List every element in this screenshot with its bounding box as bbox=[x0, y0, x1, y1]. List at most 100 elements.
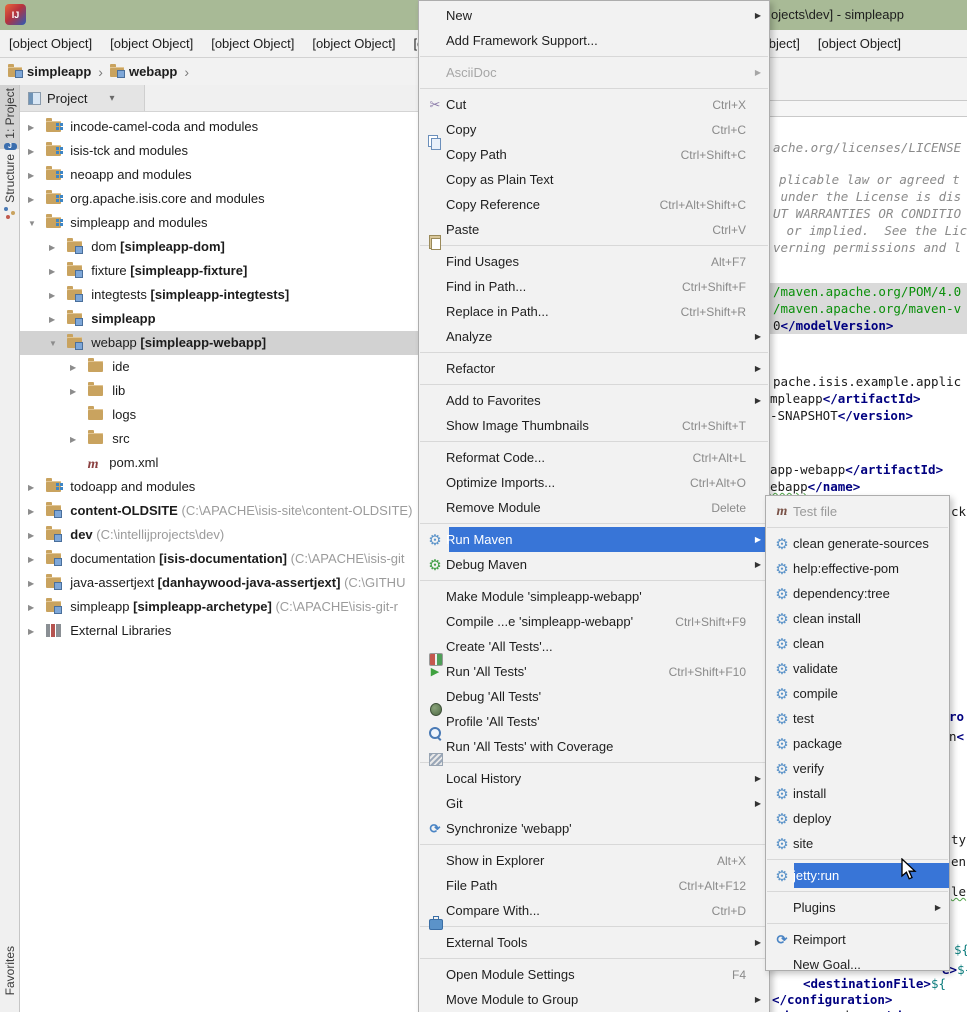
context-menu-item[interactable]: Create 'All Tests'... bbox=[419, 634, 769, 659]
context-menu-item[interactable]: Move Module to Group ▶ bbox=[419, 987, 769, 1012]
context-menu-item[interactable] bbox=[420, 88, 768, 89]
submenu-item[interactable]: ⚙ help:effective-pom bbox=[766, 556, 949, 581]
tree-row[interactable]: logs bbox=[20, 403, 418, 427]
expand-arrow-icon[interactable]: ▶ bbox=[28, 500, 42, 523]
menu-bar-item[interactable]: [object Object] bbox=[202, 30, 303, 57]
context-menu-item[interactable]: Replace in Path... Ctrl+Shift+R bbox=[419, 299, 769, 324]
project-view-selector[interactable]: Project ▾ bbox=[20, 85, 145, 111]
submenu-item[interactable] bbox=[767, 859, 948, 860]
submenu-item[interactable]: ⚙ clean install bbox=[766, 606, 949, 631]
tree-row[interactable]: ▶ dev (C:\intellijprojects\dev) bbox=[20, 523, 418, 547]
context-menu-item[interactable]: Open Module Settings F4 bbox=[419, 962, 769, 987]
tool-button-favorites[interactable]: Favorites bbox=[0, 946, 20, 1012]
tree-row[interactable]: ▶ documentation [isis-documentation] (C:… bbox=[20, 547, 418, 571]
context-menu-item[interactable]: ⚙ Debug Maven ▶ bbox=[419, 552, 769, 577]
expand-arrow-icon[interactable]: ▶ bbox=[70, 356, 84, 379]
context-menu-item[interactable]: AsciiDoc ▶ bbox=[419, 60, 769, 85]
context-menu-item[interactable]: ⚙ Run Maven ▶ bbox=[419, 527, 769, 552]
tree-row[interactable]: ▶ java-assertjext [danhaywood-java-asser… bbox=[20, 571, 418, 595]
submenu-item[interactable]: ⚙ install bbox=[766, 781, 949, 806]
breadcrumb-item[interactable]: webapp › bbox=[110, 64, 196, 80]
submenu-item[interactable] bbox=[767, 923, 948, 924]
expand-arrow-icon[interactable]: ▶ bbox=[28, 596, 42, 619]
tree-row[interactable]: ▶ isis-tck and modules bbox=[20, 139, 418, 163]
context-menu-item[interactable] bbox=[420, 523, 768, 524]
context-menu-item[interactable]: Refactor ▶ bbox=[419, 356, 769, 381]
context-menu-item[interactable] bbox=[420, 580, 768, 581]
tree-row[interactable]: ▶ dom [simpleapp-dom] bbox=[20, 235, 418, 259]
context-menu-item[interactable]: Show Image Thumbnails Ctrl+Shift+T bbox=[419, 413, 769, 438]
context-menu-item[interactable]: Copy Path Ctrl+Shift+C bbox=[419, 142, 769, 167]
menu-bar-item[interactable]: [object Object] bbox=[809, 30, 910, 57]
context-menu-item[interactable]: Remove Module Delete bbox=[419, 495, 769, 520]
submenu-item[interactable]: ⚙ package bbox=[766, 731, 949, 756]
context-menu-item[interactable]: Local History ▶ bbox=[419, 766, 769, 791]
tree-row[interactable]: ▶ incode-camel-coda and modules bbox=[20, 115, 418, 139]
context-menu-item[interactable]: Copy as Plain Text bbox=[419, 167, 769, 192]
context-menu-item[interactable] bbox=[420, 56, 768, 57]
tree-row[interactable]: ▼ simpleapp and modules bbox=[20, 211, 418, 235]
expand-arrow-icon[interactable]: ▶ bbox=[28, 140, 42, 163]
tree-row[interactable]: ▶ org.apache.isis.core and modules bbox=[20, 187, 418, 211]
submenu-item[interactable]: ⚙ clean bbox=[766, 631, 949, 656]
tree-row[interactable]: ▶ External Libraries bbox=[20, 619, 418, 643]
submenu-item[interactable]: ⚙ test bbox=[766, 706, 949, 731]
expand-arrow-icon[interactable]: ▼ bbox=[49, 332, 63, 355]
tree-row[interactable]: ▶ fixture [simpleapp-fixture] bbox=[20, 259, 418, 283]
context-menu-item[interactable] bbox=[420, 926, 768, 927]
context-menu-item[interactable]: Analyze ▶ bbox=[419, 324, 769, 349]
expand-arrow-icon[interactable]: ▶ bbox=[49, 308, 63, 331]
context-menu-item[interactable]: ▶ Run 'All Tests' Ctrl+Shift+F10 bbox=[419, 659, 769, 684]
expand-arrow-icon[interactable]: ▶ bbox=[49, 284, 63, 307]
context-menu-item[interactable] bbox=[420, 844, 768, 845]
tree-row[interactable]: m pom.xml bbox=[20, 451, 418, 475]
context-menu-item[interactable]: Paste Ctrl+V bbox=[419, 217, 769, 242]
context-menu-item[interactable]: Reformat Code... Ctrl+Alt+L bbox=[419, 445, 769, 470]
context-menu-item[interactable] bbox=[420, 352, 768, 353]
context-menu-item[interactable] bbox=[420, 958, 768, 959]
submenu-item[interactable]: ⚙ clean generate-sources bbox=[766, 531, 949, 556]
submenu-item[interactable] bbox=[767, 527, 948, 528]
context-menu-item[interactable]: Optimize Imports... Ctrl+Alt+O bbox=[419, 470, 769, 495]
submenu-item[interactable]: ⚙ validate bbox=[766, 656, 949, 681]
tree-row[interactable]: ▶ lib bbox=[20, 379, 418, 403]
context-menu-item[interactable] bbox=[420, 384, 768, 385]
submenu-item[interactable]: ⚙ verify bbox=[766, 756, 949, 781]
tool-button-project[interactable]: 1: Project J bbox=[0, 85, 20, 149]
submenu-item[interactable]: New Goal... bbox=[766, 952, 949, 977]
context-menu-item[interactable] bbox=[420, 762, 768, 763]
context-menu-item[interactable]: Add Framework Support... bbox=[419, 28, 769, 53]
submenu-item[interactable]: ⚙ dependency:tree bbox=[766, 581, 949, 606]
tree-row[interactable]: ▼ webapp [simpleapp-webapp] bbox=[20, 331, 418, 355]
expand-arrow-icon[interactable]: ▶ bbox=[28, 116, 42, 139]
context-menu-item[interactable]: Show in Explorer Alt+X bbox=[419, 848, 769, 873]
context-menu-item[interactable]: Compile ...e 'simpleapp-webapp' Ctrl+Shi… bbox=[419, 609, 769, 634]
submenu-item[interactable]: ⚙ compile bbox=[766, 681, 949, 706]
context-menu-item[interactable]: Make Module 'simpleapp-webapp' bbox=[419, 584, 769, 609]
expand-arrow-icon[interactable]: ▶ bbox=[49, 236, 63, 259]
context-menu-item[interactable]: Git ▶ bbox=[419, 791, 769, 816]
expand-arrow-icon[interactable]: ▶ bbox=[49, 260, 63, 283]
expand-arrow-icon[interactable]: ▶ bbox=[70, 380, 84, 403]
tree-row[interactable]: ▶ content-OLDSITE (C:\APACHE\isis-site\c… bbox=[20, 499, 418, 523]
menu-bar-item[interactable]: [object Object] bbox=[303, 30, 404, 57]
submenu-item[interactable]: ⟳ Reimport bbox=[766, 927, 949, 952]
tree-row[interactable]: ▶ neoapp and modules bbox=[20, 163, 418, 187]
context-menu-item[interactable]: External Tools ▶ bbox=[419, 930, 769, 955]
context-menu-item[interactable]: Run 'All Tests' with Coverage bbox=[419, 734, 769, 759]
context-menu-item[interactable]: Debug 'All Tests' bbox=[419, 684, 769, 709]
submenu-item[interactable]: ⚙ jetty:run bbox=[766, 863, 949, 888]
context-menu-item[interactable]: ⟳ Synchronize 'webapp' bbox=[419, 816, 769, 841]
breadcrumb-item[interactable]: simpleapp › bbox=[8, 64, 110, 80]
context-menu-item[interactable] bbox=[420, 245, 768, 246]
tree-row[interactable]: ▶ todoapp and modules bbox=[20, 475, 418, 499]
submenu-item[interactable]: ⚙ site bbox=[766, 831, 949, 856]
context-menu-item[interactable]: Add to Favorites ▶ bbox=[419, 388, 769, 413]
context-menu-item[interactable]: Compare With... Ctrl+D bbox=[419, 898, 769, 923]
context-menu-item[interactable]: New ▶ bbox=[419, 3, 769, 28]
expand-arrow-icon[interactable]: ▶ bbox=[28, 620, 42, 643]
context-menu-item[interactable]: ✂ Cut Ctrl+X bbox=[419, 92, 769, 117]
expand-arrow-icon[interactable]: ▶ bbox=[28, 164, 42, 187]
submenu-item[interactable]: m Test file bbox=[766, 499, 949, 524]
expand-arrow-icon[interactable]: ▶ bbox=[28, 476, 42, 499]
